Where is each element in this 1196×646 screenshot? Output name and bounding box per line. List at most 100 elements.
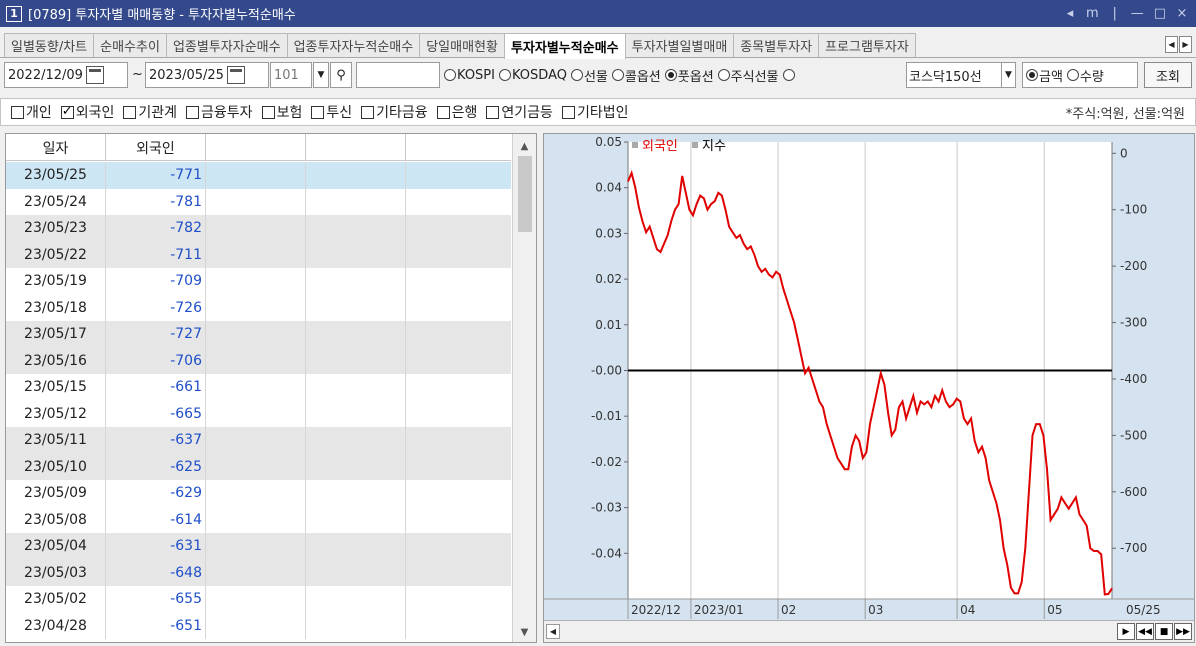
start-date-field[interactable]: 2022/12/09 [4, 62, 128, 88]
table-row[interactable]: 23/05/15 -661 [6, 374, 511, 401]
cell-foreign: -711 [106, 241, 206, 268]
checkbox-other-corp[interactable]: 기타법인 [561, 102, 629, 122]
tab-scroll-buttons: ◀ ▶ [1165, 36, 1192, 53]
checkbox-institution[interactable]: 기관계 [123, 102, 177, 122]
cell-date: 23/05/24 [6, 188, 106, 215]
table-row[interactable]: 23/05/10 -625 [6, 453, 511, 480]
close-icon[interactable]: × [1176, 6, 1188, 21]
checkbox-pension[interactable]: 연기금등 [486, 102, 553, 122]
scroll-left-icon[interactable]: ◀ [546, 624, 560, 639]
checkbox-financial-investment[interactable]: 금융투자 [186, 102, 253, 122]
tab-sector-investor[interactable]: 업종별투자자순매수 [165, 33, 288, 57]
checkbox-individual[interactable]: 개인 [11, 102, 52, 122]
radio-dot [611, 69, 624, 81]
cell-empty [306, 374, 406, 401]
start-date-value: 2022/12/09 [8, 67, 83, 83]
checkbox-bank[interactable]: 은행 [436, 102, 477, 122]
radio-amount[interactable]: 금액 [1026, 66, 1063, 85]
tab-stock-investor[interactable]: 종목별투자자 [733, 33, 820, 57]
table-row[interactable]: 23/05/16 -706 [6, 347, 511, 375]
cell-empty [206, 374, 306, 401]
tab-daily-chart[interactable]: 일별동향/차트 [4, 33, 95, 57]
radio-put-option[interactable]: 풋옵션 [664, 66, 714, 85]
right-axis-tick-label: -400 [1120, 372, 1147, 386]
table-row[interactable]: 23/05/08 -614 [6, 506, 511, 533]
header-foreign[interactable]: 외국인 [106, 134, 206, 161]
tab-scroll-left-icon[interactable]: ◀ [1165, 36, 1178, 53]
checkbox-insurance[interactable]: 보험 [261, 102, 302, 122]
chart-canvas[interactable]: 0.05 0.04 0.03 0.02 0.01 -0.00 -0.01 -0.02 -0.03… [544, 134, 1194, 620]
query-button[interactable]: 조회 [1144, 62, 1192, 88]
next-icon[interactable]: ▶ [1117, 623, 1135, 640]
cell-foreign: -665 [106, 400, 206, 427]
cell-foreign: -629 [106, 480, 206, 507]
radio-quantity[interactable]: 수량 [1066, 66, 1104, 85]
tab-scroll-right-icon[interactable]: ▶ [1179, 36, 1192, 53]
table-row[interactable]: 23/05/12 -665 [6, 400, 511, 427]
table-row[interactable]: 23/04/28 -651 [6, 612, 511, 639]
checkbox-foreign[interactable]: 외국인 [60, 102, 114, 122]
table-row[interactable]: 23/05/23 -782 [6, 215, 511, 242]
radio-stock-futures[interactable]: 주식선물 [717, 66, 779, 85]
table-row[interactable]: 23/05/11 -637 [6, 427, 511, 454]
window-number-badge[interactable]: 1 [6, 5, 22, 22]
radio-kosdaq[interactable]: KOSDAQ [498, 68, 567, 83]
radio-dot [570, 69, 583, 81]
tab-investor-cumulative[interactable]: 투자자별누적순매수 [503, 33, 626, 59]
left-axis-tick-label: 0.01 [595, 318, 622, 332]
end-date-field[interactable]: 2023/05/25 [145, 62, 269, 88]
radio-call-option[interactable]: 콜옵션 [611, 66, 661, 85]
maximize-icon[interactable]: □ [1154, 6, 1166, 21]
cell-empty [306, 294, 406, 321]
table-row[interactable]: 23/05/24 -781 [6, 188, 511, 216]
index-select[interactable]: 코스닥150선 ▼ [906, 62, 1016, 88]
minimize-icon[interactable]: — [1131, 6, 1144, 21]
scroll-up-icon[interactable]: ▲ [513, 136, 536, 156]
radio-index-select[interactable] [782, 69, 796, 81]
prev-window-icon[interactable]: ◂ [1064, 6, 1076, 21]
radio-dot [444, 69, 456, 81]
fast-forward-icon[interactable]: ▶▶ [1174, 623, 1192, 640]
tab-net-buy-trend[interactable]: 순매수추이 [93, 33, 167, 57]
table-row[interactable]: 23/05/18 -726 [6, 294, 511, 321]
search-icon[interactable]: ⚲ [330, 62, 352, 88]
header-date[interactable]: 일자 [6, 134, 106, 161]
memo-icon[interactable]: m [1086, 6, 1099, 21]
tab-program-investor[interactable]: 프로그램투자자 [818, 33, 916, 57]
checkbox-other-finance[interactable]: 기타금융 [361, 102, 428, 122]
query-controls: 2022/12/09 ~ 2023/05/25 101 ▼ ⚲ KOSPI KO… [0, 62, 1196, 90]
cell-empty [406, 189, 511, 216]
checkbox-label: 기타법인 [576, 105, 629, 121]
table-row[interactable]: 23/05/22 -711 [6, 241, 511, 268]
tab-today-trading[interactable]: 당일매매현황 [419, 33, 505, 57]
checkbox-investment-trust[interactable]: 투신 [311, 102, 352, 122]
table-row[interactable]: 23/05/09 -629 [6, 480, 511, 507]
radio-kospi[interactable]: KOSPI [444, 68, 495, 83]
cell-empty [406, 348, 511, 375]
radio-futures[interactable]: 선물 [570, 66, 608, 85]
rewind-icon[interactable]: ◀◀ [1136, 623, 1154, 640]
scroll-thumb[interactable] [518, 156, 532, 232]
table-row[interactable]: 23/05/02 -655 [6, 586, 511, 613]
calendar-icon[interactable] [226, 66, 245, 84]
code-input[interactable]: 101 [270, 62, 312, 88]
code-dropdown-icon[interactable]: ▼ [313, 62, 329, 88]
table-row[interactable]: 23/05/03 -648 [6, 559, 511, 586]
radio-label: 금액 [1039, 69, 1063, 85]
cell-date: 23/05/02 [6, 586, 106, 613]
tab-sector-cumulative[interactable]: 업종투자자누적순매수 [286, 33, 421, 57]
calendar-icon[interactable] [85, 66, 104, 84]
table-row[interactable]: 23/05/25 -771 [6, 162, 511, 189]
dropdown-arrow-icon[interactable]: ▼ [1001, 63, 1015, 87]
scroll-down-icon[interactable]: ▼ [513, 622, 536, 642]
stop-icon[interactable]: ■ [1155, 623, 1173, 640]
table-row[interactable]: 23/05/04 -631 [6, 533, 511, 560]
cell-foreign: -782 [106, 215, 206, 242]
vertical-scrollbar[interactable]: ▲ ▼ [512, 134, 536, 642]
search-input[interactable] [356, 62, 440, 88]
tab-investor-daily[interactable]: 투자자별일별매매 [624, 33, 735, 57]
table-row[interactable]: 23/05/17 -727 [6, 321, 511, 348]
x-axis-label: 03 [868, 603, 883, 617]
cell-empty [306, 162, 406, 189]
table-row[interactable]: 23/05/19 -709 [6, 268, 511, 295]
